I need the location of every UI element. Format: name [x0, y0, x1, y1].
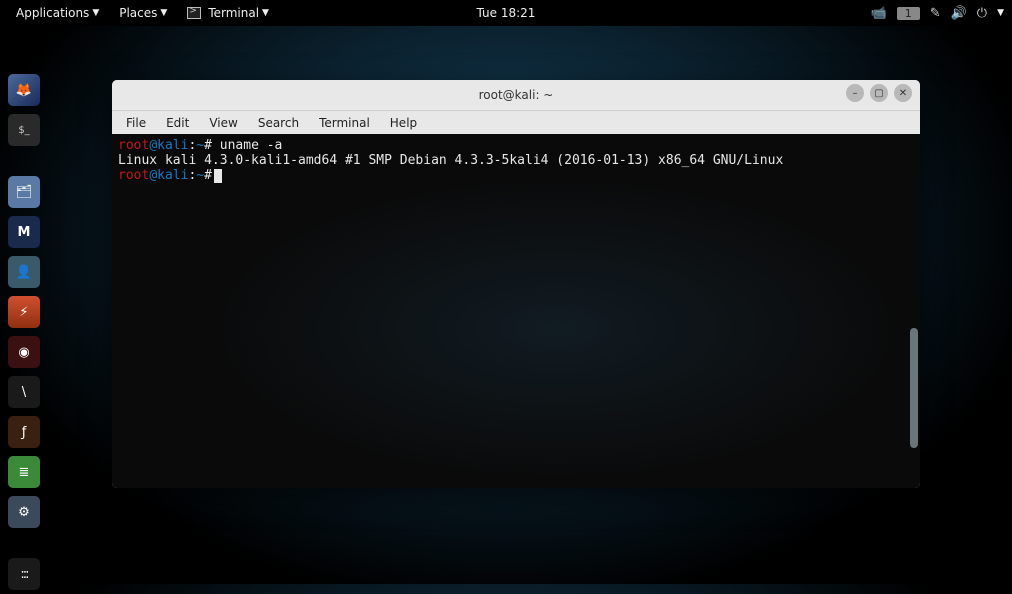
terminal-menubar: File Edit View Search Terminal Help — [112, 110, 920, 134]
dock-item-iceweasel[interactable]: 🦊 — [8, 74, 40, 106]
panel-clock[interactable]: Tue 18:21 — [477, 6, 536, 20]
applications-label: Applications — [16, 6, 89, 20]
dock-item-maltego[interactable]: ◉ — [8, 336, 40, 368]
prompt-host: kali — [157, 168, 188, 183]
iceweasel-icon: 🦊 — [16, 83, 32, 98]
terminal-cursor — [214, 169, 222, 183]
places-label: Places — [119, 6, 157, 20]
prompt-user: root — [118, 138, 149, 153]
terminal-command-1: uname -a — [220, 138, 283, 153]
dock-item-burpsuite[interactable]: ⚡ — [8, 296, 40, 328]
terminal-output-1: Linux kali 4.3.0-kali1-amd64 #1 SMP Debi… — [118, 153, 783, 168]
menu-edit[interactable]: Edit — [156, 113, 199, 133]
terminal-icon — [187, 7, 201, 19]
scrollbar-thumb[interactable] — [910, 328, 918, 448]
clock-text: Tue 18:21 — [477, 6, 536, 20]
menu-search[interactable]: Search — [248, 113, 309, 133]
prompt-dir: ~ — [196, 138, 204, 153]
dock: 🦊 🗂 M 👤 ⚡ ◉ \ ƒ ≣ ⚙ ::: — [4, 70, 44, 594]
window-title: root@kali: ~ — [479, 88, 554, 102]
workspace-indicator[interactable]: 1 — [897, 7, 920, 20]
dock-item-armitage[interactable]: 👤 — [8, 256, 40, 288]
chevron-down-icon: ▼ — [997, 8, 1004, 18]
terminal-app-menu[interactable]: Terminal ▼ — [179, 2, 277, 24]
prompt-user: root — [118, 168, 149, 183]
window-titlebar[interactable]: root@kali: ~ – ▢ ✕ — [112, 80, 920, 110]
chevron-down-icon: ▼ — [92, 8, 99, 18]
terminal-app-label: Terminal — [208, 6, 259, 20]
power-icon[interactable]: ⏻ — [977, 6, 987, 21]
burpsuite-icon: ⚡ — [19, 305, 28, 320]
dock-item-files[interactable]: 🗂 — [8, 176, 40, 208]
menu-help[interactable]: Help — [380, 113, 427, 133]
menu-view[interactable]: View — [199, 113, 247, 133]
dock-item-show-apps[interactable]: ::: — [8, 558, 40, 590]
armitage-icon: 👤 — [16, 265, 32, 280]
prompt-host: kali — [157, 138, 188, 153]
terminal-body[interactable]: root@kali:~# uname -a Linux kali 4.3.0-k… — [112, 134, 920, 488]
menu-terminal[interactable]: Terminal — [309, 113, 380, 133]
gear-icon: ⚙ — [18, 505, 30, 520]
prompt-hash: # — [204, 168, 212, 183]
applications-menu[interactable]: Applications ▼ — [8, 2, 107, 24]
metasploit-icon: M — [18, 225, 31, 240]
maximize-icon: ▢ — [874, 88, 883, 99]
prompt-at: @ — [149, 168, 157, 183]
maximize-button[interactable]: ▢ — [870, 84, 888, 102]
leafpad-icon: ≣ — [19, 465, 30, 480]
maltego-icon: ◉ — [18, 345, 29, 360]
dock-item-terminal[interactable] — [8, 114, 40, 146]
terminal-window: root@kali: ~ – ▢ ✕ File Edit View Search… — [112, 80, 920, 488]
dock-item-tweak-tool[interactable]: ⚙ — [8, 496, 40, 528]
minimize-button[interactable]: – — [846, 84, 864, 102]
places-menu[interactable]: Places ▼ — [111, 2, 175, 24]
close-button[interactable]: ✕ — [894, 84, 912, 102]
dock-item-faraday[interactable]: ƒ — [8, 416, 40, 448]
chevron-down-icon: ▼ — [160, 8, 167, 18]
apps-grid-icon: ::: — [20, 567, 27, 582]
prompt-dir: ~ — [196, 168, 204, 183]
dock-item-wireshark[interactable]: \ — [8, 376, 40, 408]
dock-item-metasploit[interactable]: M — [8, 216, 40, 248]
volume-icon[interactable]: 🔊 — [951, 6, 967, 21]
chevron-down-icon: ▼ — [262, 8, 269, 18]
prompt-hash: # — [204, 138, 212, 153]
wireshark-icon: \ — [22, 385, 26, 400]
close-icon: ✕ — [899, 88, 907, 99]
minimize-icon: – — [853, 88, 858, 99]
recording-icon[interactable]: 📹 — [871, 6, 887, 21]
prompt-at: @ — [149, 138, 157, 153]
terminal-scrollbar[interactable] — [908, 138, 918, 484]
dock-item-leafpad[interactable]: ≣ — [8, 456, 40, 488]
tool-icon[interactable]: ✎ — [930, 6, 941, 21]
faraday-icon: ƒ — [22, 425, 27, 440]
top-panel: Applications ▼ Places ▼ Terminal ▼ Tue 1… — [0, 0, 1012, 26]
menu-file[interactable]: File — [116, 113, 156, 133]
files-icon: 🗂 — [16, 185, 33, 200]
